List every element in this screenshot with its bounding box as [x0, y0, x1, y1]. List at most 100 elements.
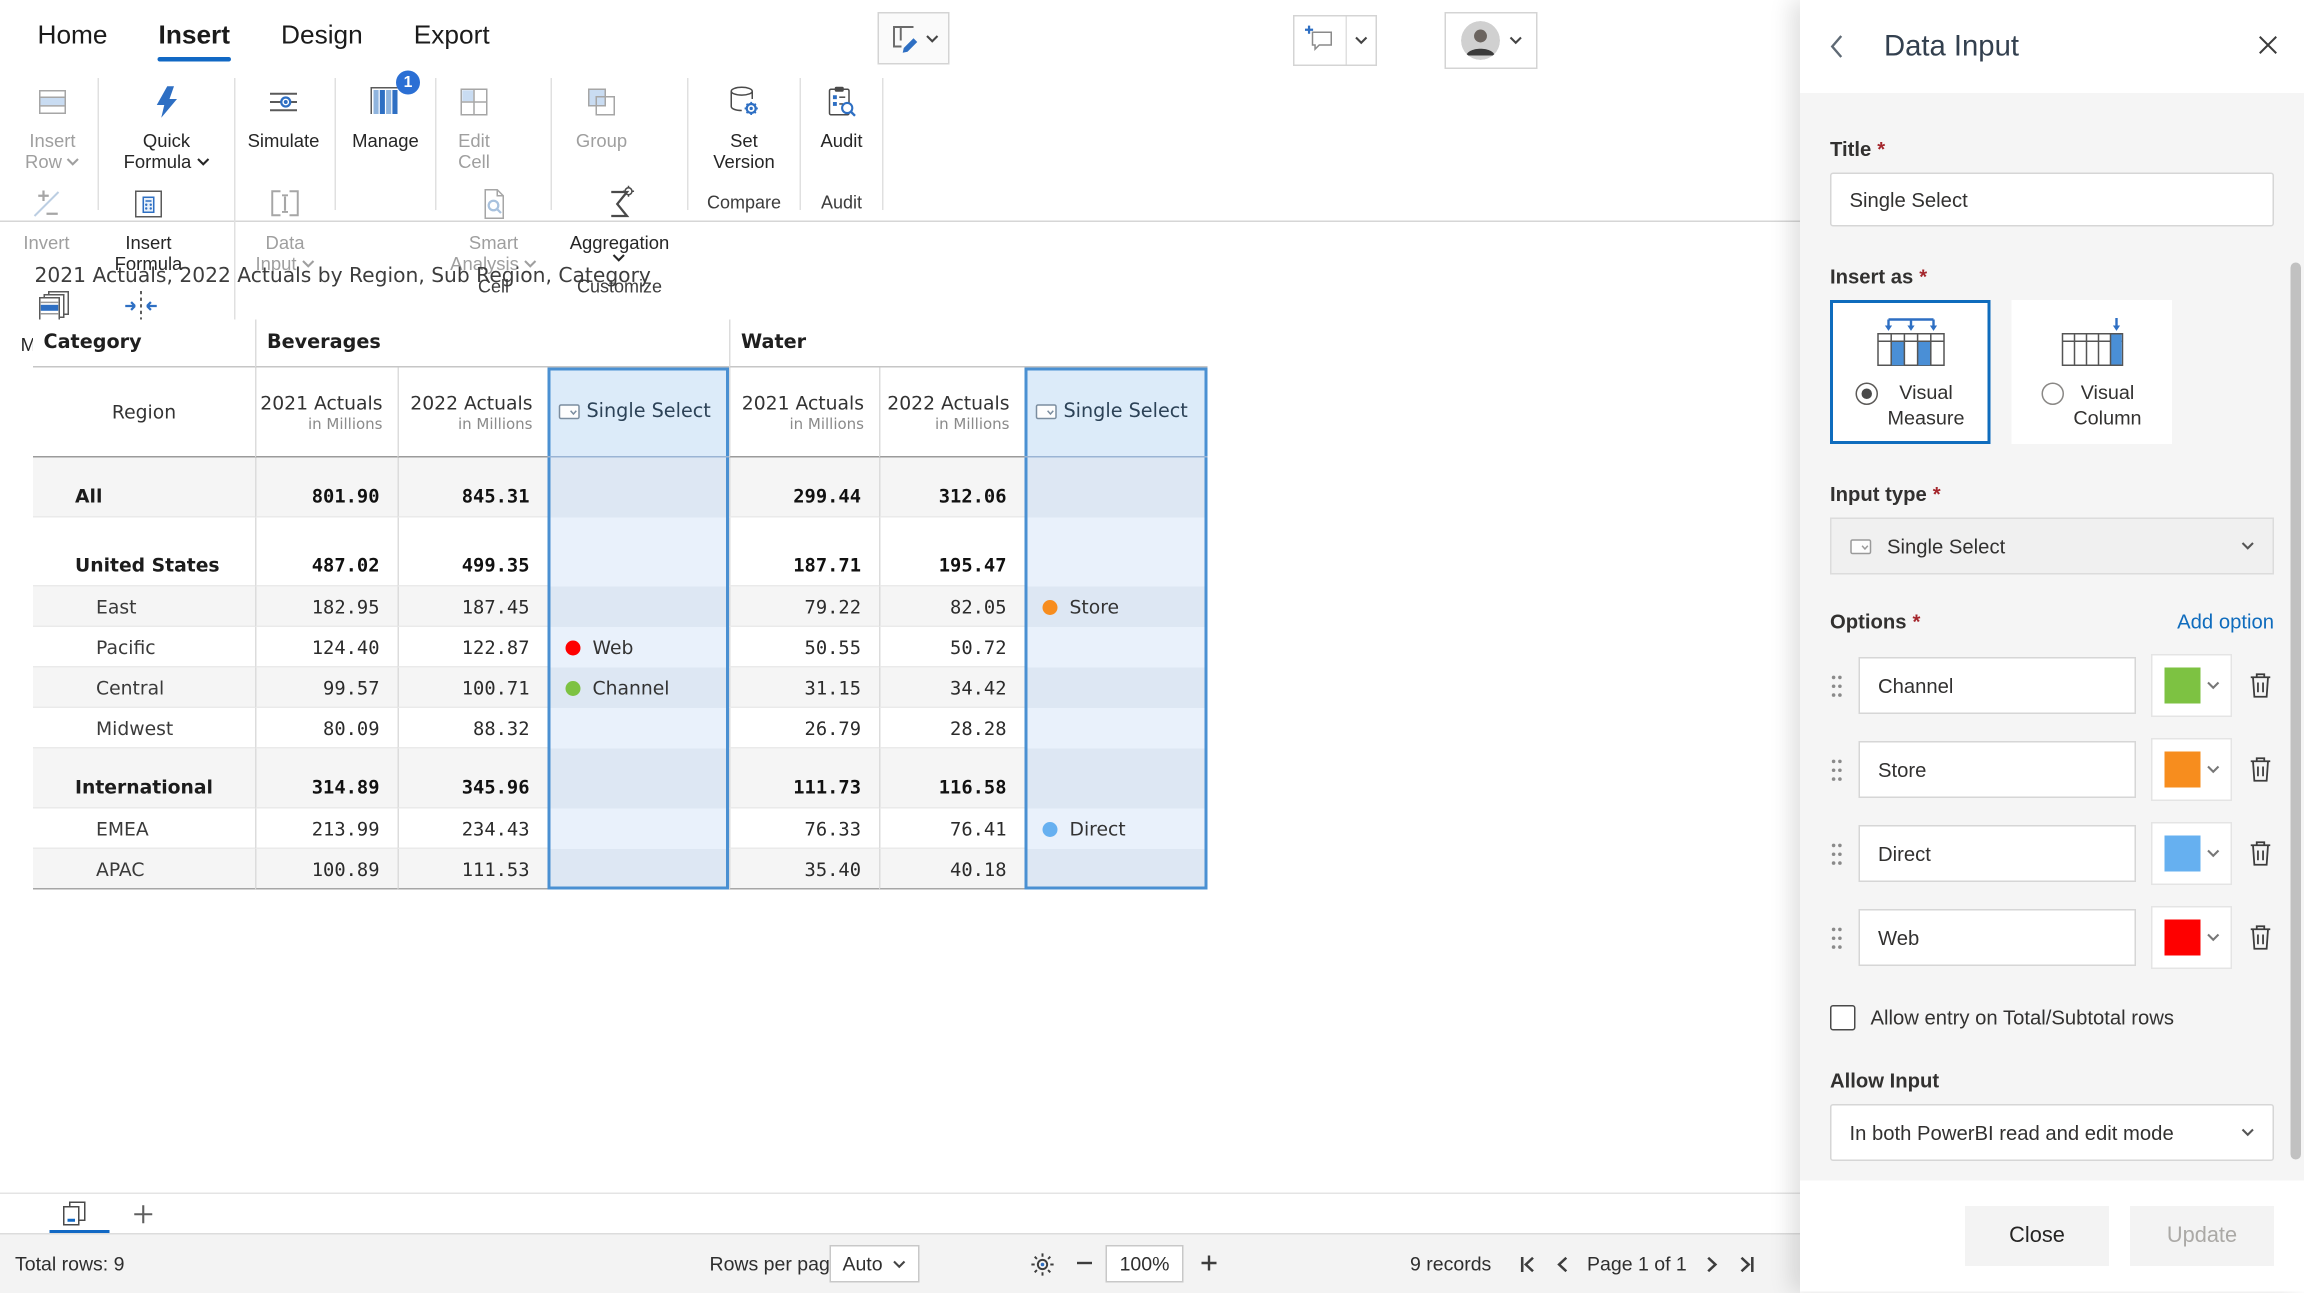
data-input-button[interactable]: DataInput [237, 174, 333, 276]
tab-insert[interactable]: Insert [157, 19, 231, 51]
value-cell: 100.89 [255, 849, 398, 890]
back-button[interactable] [1827, 32, 1845, 62]
tab-home[interactable]: Home [36, 19, 109, 51]
select-column-header[interactable]: Single Select [1025, 368, 1208, 458]
add-comment-split-button[interactable] [1293, 15, 1377, 66]
previous-page-icon[interactable] [1553, 1253, 1574, 1274]
option-color-picker[interactable] [2151, 654, 2232, 717]
set-version-button[interactable]: SetVersion [690, 72, 798, 174]
single-select-cell[interactable]: Store [1025, 587, 1208, 628]
single-select-cell[interactable] [1025, 627, 1208, 668]
allow-total-checkbox[interactable] [1830, 1005, 1856, 1031]
selected-option-label: Web [593, 636, 634, 659]
panel-scrollbar[interactable] [2291, 263, 2302, 1160]
zoom-level-box[interactable]: 100% [1106, 1245, 1184, 1283]
simulate-button[interactable]: Simulate [237, 72, 330, 174]
single-select-cell[interactable]: Channel [548, 668, 730, 709]
tab-export[interactable]: Export [412, 19, 491, 51]
option-color-picker[interactable] [2151, 738, 2232, 801]
drag-handle-icon[interactable] [1830, 673, 1844, 699]
rows-per-page-value: Auto [842, 1253, 882, 1276]
allow-input-dropdown[interactable]: In both PowerBI read and edit mode [1830, 1104, 2274, 1161]
select-column-header[interactable]: Single Select [548, 368, 730, 458]
delete-option-icon[interactable] [2247, 755, 2274, 785]
option-color-picker[interactable] [2151, 822, 2232, 885]
single-select-cell[interactable] [1025, 518, 1208, 587]
close-button[interactable]: Close [1965, 1206, 2109, 1266]
single-select-cell[interactable] [1025, 749, 1208, 809]
option-name-input[interactable]: Web [1859, 909, 2137, 966]
radio-unselected[interactable] [2042, 383, 2065, 406]
required-asterisk: * [1913, 611, 1921, 634]
chevron-down-icon [613, 254, 627, 263]
rows-per-page-dropdown[interactable]: Auto [830, 1245, 920, 1283]
aggregation-button[interactable]: Aggregation [554, 174, 686, 276]
gear-icon[interactable] [1029, 1251, 1056, 1278]
insert-formula-button[interactable]: InsertFormula [101, 174, 197, 276]
audit-button[interactable]: Audit [803, 72, 881, 174]
pager: Page 1 of 1 [1518, 1235, 1756, 1293]
ribbon-separator [435, 78, 437, 210]
value-cell: 111.73 [729, 749, 879, 809]
insert-as-visual-column[interactable]: VisualColumn [2012, 300, 2173, 444]
value-cell: 499.35 [398, 518, 548, 587]
value-cell: 312.06 [879, 458, 1025, 518]
account-button[interactable] [1445, 12, 1538, 69]
delete-option-icon[interactable] [2247, 839, 2274, 869]
manage-columns-button[interactable]: 1Manage [338, 72, 434, 174]
first-page-icon[interactable] [1518, 1253, 1539, 1274]
single-select-cell[interactable]: Direct [1025, 809, 1208, 850]
single-select-cell[interactable] [548, 809, 730, 850]
drag-handle-icon[interactable] [1830, 841, 1844, 867]
chevron-down-icon [2241, 542, 2255, 551]
close-panel-button[interactable] [2256, 33, 2280, 57]
option-name-input[interactable]: Store [1859, 741, 2137, 798]
single-select-cell[interactable] [1025, 458, 1208, 518]
option-name-input[interactable]: Direct [1859, 825, 2137, 882]
add-sheet-button[interactable] [132, 1203, 155, 1226]
drag-handle-icon[interactable] [1830, 757, 1844, 783]
sheet-tab[interactable] [60, 1200, 90, 1229]
single-select-cell[interactable] [548, 849, 730, 890]
tab-design[interactable]: Design [280, 19, 365, 51]
update-button[interactable]: Update [2130, 1206, 2274, 1266]
single-select-cell[interactable] [548, 458, 730, 518]
zoom-in-button[interactable] [1199, 1253, 1220, 1274]
delete-option-icon[interactable] [2247, 671, 2274, 701]
single-select-icon [1035, 404, 1058, 421]
smart-analysis-button[interactable]: SmartAnalysis [438, 174, 549, 276]
chevron-down-icon[interactable] [1346, 17, 1376, 65]
delete-option-icon[interactable] [2247, 923, 2274, 953]
single-select-cell[interactable] [548, 518, 730, 587]
group-button[interactable]: Group [554, 72, 650, 174]
insert-row-button[interactable]: InsertRow [12, 72, 93, 174]
rows-per-page-label: Rows per page: [710, 1235, 847, 1293]
single-select-cell[interactable] [1025, 708, 1208, 749]
insert-as-visual-measure[interactable]: VisualMeasure [1830, 300, 1991, 444]
drag-handle-icon[interactable] [1830, 925, 1844, 951]
single-select-cell[interactable] [548, 708, 730, 749]
single-select-cell[interactable] [1025, 849, 1208, 890]
radio-selected[interactable] [1856, 383, 1879, 406]
zoom-out-button[interactable] [1074, 1253, 1095, 1274]
measure-column-header: 2021 Actualsin Millions [729, 368, 879, 458]
single-select-cell[interactable] [1025, 668, 1208, 709]
single-select-cell[interactable] [548, 749, 730, 809]
next-page-icon[interactable] [1700, 1253, 1721, 1274]
quick-formula-button[interactable]: QuickFormula [101, 72, 233, 174]
single-select-cell[interactable]: Web [548, 627, 730, 668]
add-option-link[interactable]: Add option [2177, 611, 2274, 634]
chevron-down-icon [2241, 1128, 2255, 1137]
edit-cell-button[interactable]: EditCell [438, 72, 510, 174]
single-select-cell[interactable] [548, 587, 730, 628]
edit-mode-button[interactable] [878, 12, 950, 65]
title-input[interactable]: Single Select [1830, 173, 2274, 227]
invert-button[interactable]: Invert [12, 174, 81, 276]
last-page-icon[interactable] [1735, 1253, 1756, 1274]
option-color-picker[interactable] [2151, 906, 2232, 969]
value-cell: 116.58 [879, 749, 1025, 809]
option-name-input[interactable]: Channel [1859, 657, 2137, 714]
value-cell: 76.33 [729, 809, 879, 850]
invert-icon [27, 185, 66, 224]
input-type-dropdown[interactable]: Single Select [1830, 518, 2274, 575]
